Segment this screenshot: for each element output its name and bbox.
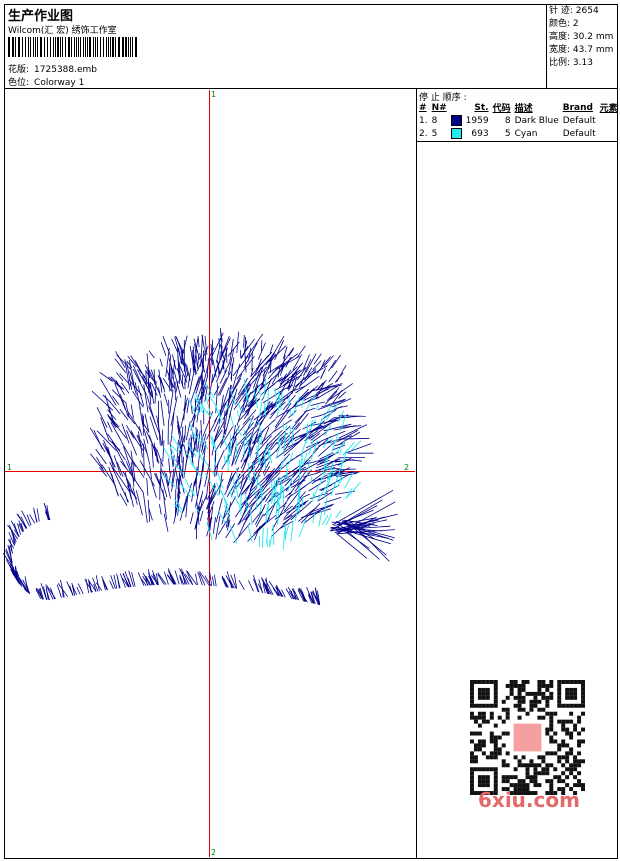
qr-logo-badge	[513, 723, 542, 752]
watermark: 6xiu.com	[478, 788, 580, 812]
qr-code	[470, 680, 585, 795]
